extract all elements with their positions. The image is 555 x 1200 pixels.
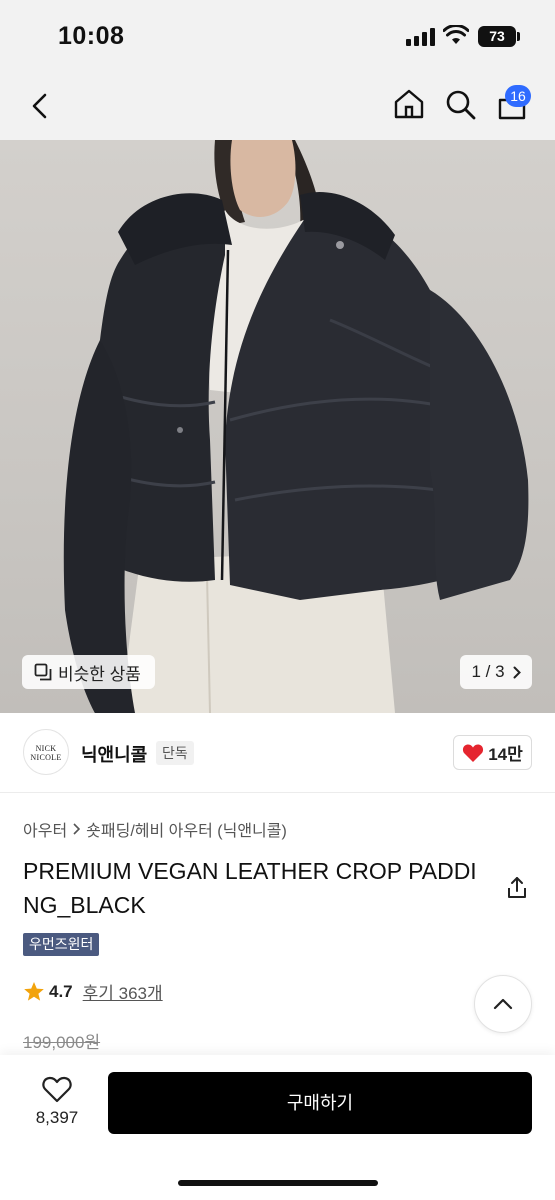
- cart-count-badge: 16: [505, 85, 531, 107]
- review-count-link[interactable]: 후기 363개: [83, 979, 163, 1004]
- chevron-right-icon: [73, 823, 81, 835]
- rating-row: 4.7 후기 363개: [23, 979, 163, 1004]
- status-time: 10:08: [58, 22, 125, 50]
- nav-bar: [0, 72, 555, 140]
- similar-products-icon: [34, 663, 52, 681]
- brand-logo[interactable]: NICK NICOLE: [23, 729, 69, 775]
- original-price: 199,000원: [23, 1033, 101, 1052]
- wifi-icon: [443, 25, 469, 44]
- similar-products-label: 비슷한 상품: [58, 664, 141, 684]
- breadcrumb-item-category[interactable]: 숏패딩/헤비 아우터 (닉앤니콜): [86, 817, 287, 841]
- product-title: PREMIUM VEGAN LEATHER CROP PADDING_BLACK: [23, 858, 477, 918]
- jacket-photo-illustration: [63, 140, 529, 713]
- chevron-right-icon: [513, 666, 521, 678]
- breadcrumb: 아우터 숏패딩/헤비 아우터 (닉앤니콜): [23, 817, 287, 841]
- scroll-to-top-button[interactable]: [474, 975, 532, 1033]
- cellular-signal-icon: [406, 28, 436, 46]
- back-chevron-icon[interactable]: [30, 92, 50, 120]
- buy-button[interactable]: 구매하기: [108, 1072, 532, 1134]
- chevron-up-icon: [493, 998, 513, 1010]
- product-image[interactable]: [0, 140, 555, 713]
- image-pager[interactable]: 1 / 3: [460, 655, 532, 689]
- search-icon[interactable]: [445, 89, 477, 121]
- brand-like-button[interactable]: 14만: [453, 735, 532, 770]
- brand-row: NICK NICOLE 닉앤니콜 단독 14만: [0, 713, 555, 793]
- heart-filled-icon: [463, 743, 484, 762]
- wishlist-button[interactable]: 8,397: [24, 1074, 90, 1134]
- home-icon[interactable]: [393, 88, 425, 120]
- battery-tip: [517, 32, 520, 41]
- promo-tag: 우먼즈윈터: [23, 933, 100, 956]
- brand-like-count: 14만: [488, 745, 523, 764]
- image-pager-text: 1 / 3: [471, 662, 505, 681]
- star-icon: [24, 982, 44, 1001]
- wishlist-count: 8,397: [35, 1108, 79, 1127]
- share-icon[interactable]: [505, 876, 529, 900]
- status-bar: 10:08 73: [0, 0, 555, 72]
- heart-outline-icon: [42, 1076, 72, 1103]
- brand-name[interactable]: 닉앤니콜: [81, 741, 147, 767]
- battery-icon: 73: [478, 26, 516, 47]
- home-indicator: [178, 1180, 378, 1186]
- rating-value: 4.7: [49, 981, 73, 1001]
- exclusive-tag: 단독: [156, 741, 194, 765]
- similar-products-button[interactable]: 비슷한 상품: [22, 655, 155, 689]
- breadcrumb-item-outer[interactable]: 아우터: [23, 817, 67, 841]
